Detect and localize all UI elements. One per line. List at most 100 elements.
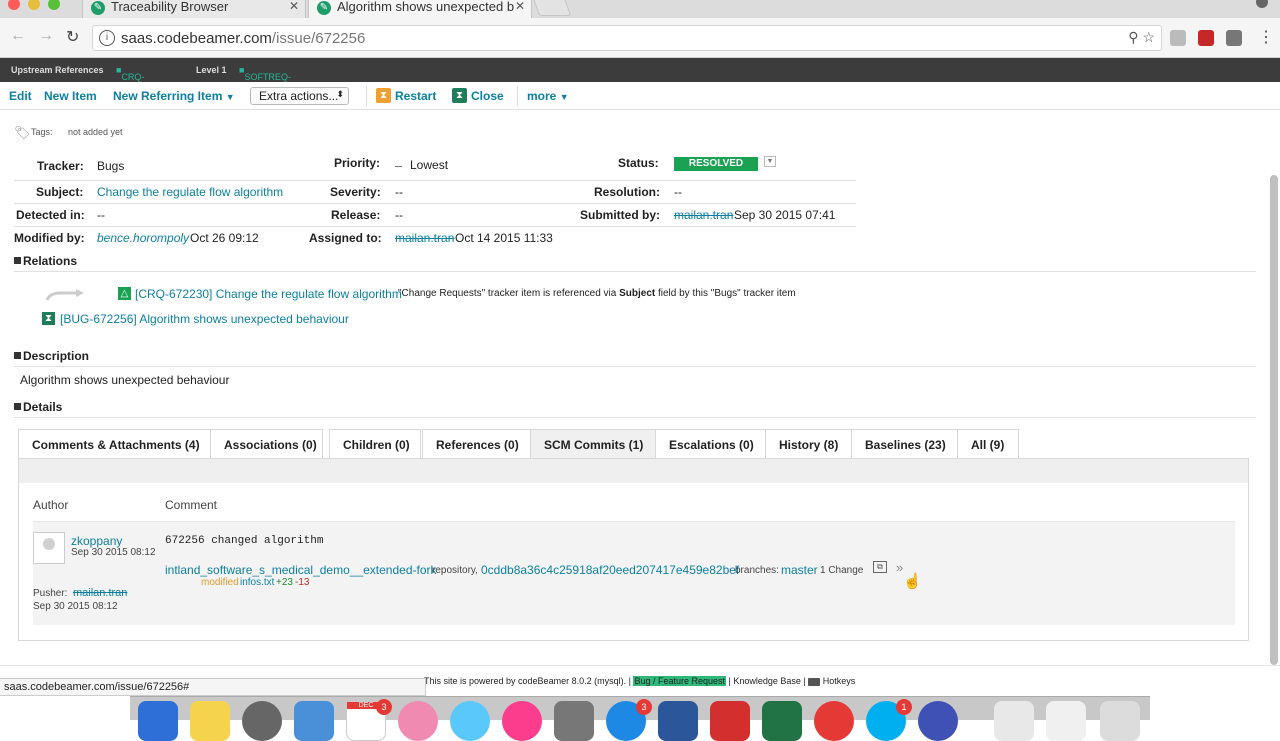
- tab-escalations[interactable]: Escalations (0): [655, 429, 766, 459]
- notes-icon[interactable]: [190, 701, 230, 741]
- assigned-date: Oct 14 2015 11:33: [455, 231, 553, 245]
- mail-icon[interactable]: [294, 701, 334, 741]
- excel-icon[interactable]: [762, 701, 802, 741]
- tab-children[interactable]: Children (0): [329, 429, 421, 459]
- details-section-toggle[interactable]: Details: [14, 400, 62, 414]
- browser-tab-traceability[interactable]: ✎ Traceability Browser ✕: [82, 0, 306, 18]
- extra-actions-select[interactable]: Extra actions... ⬍: [250, 87, 349, 105]
- omnibox-actions: ⚲ ☆: [1128, 29, 1155, 46]
- trash-icon[interactable]: [1100, 701, 1140, 741]
- more-button[interactable]: more ▼: [527, 89, 569, 103]
- modified-user-link[interactable]: bence.horompoly: [97, 231, 189, 245]
- table-row: zkoppany Sep 30 2015 08:12 672256 change…: [33, 521, 1235, 625]
- close-item-icon: ⧗: [452, 88, 467, 103]
- document-stack-icon[interactable]: [994, 701, 1034, 741]
- crq-breadcrumb-link[interactable]: ■ CRQ-672230: [116, 65, 151, 92]
- tab-comments-attachments[interactable]: Comments & Attachments (4): [18, 429, 211, 459]
- description-section-toggle[interactable]: Description: [14, 349, 89, 363]
- field-divider: [14, 226, 856, 227]
- commit-message: 672256 changed algorithm: [165, 535, 324, 547]
- hotkeys-link[interactable]: Hotkeys: [823, 676, 856, 686]
- resolution-value: --: [674, 185, 682, 199]
- tag-icon: 🏷: [14, 125, 31, 140]
- itunes-icon[interactable]: [502, 701, 542, 741]
- commit-author-link[interactable]: zkoppany: [71, 534, 122, 548]
- photos-icon[interactable]: [398, 701, 438, 741]
- submitted-user-link[interactable]: mailan.tran: [674, 208, 733, 222]
- branch-link[interactable]: master: [781, 563, 818, 577]
- new-referring-item-button[interactable]: New Referring Item ▼: [113, 89, 235, 103]
- author-column-header: Author: [33, 498, 69, 512]
- network-icon[interactable]: [918, 701, 958, 741]
- tab-associations[interactable]: Associations (0): [210, 429, 323, 459]
- softreq-breadcrumb-link[interactable]: ■ SOFTREQ-670367: [239, 65, 291, 92]
- finder-icon[interactable]: [138, 701, 178, 741]
- extension-g-icon[interactable]: [1170, 30, 1186, 46]
- release-value: --: [395, 208, 403, 222]
- assigned-label: Assigned to:: [309, 231, 382, 245]
- close-window-icon[interactable]: [8, 0, 20, 10]
- tab-all[interactable]: All (9): [957, 429, 1019, 459]
- page-scrollbar[interactable]: [1270, 175, 1278, 665]
- back-icon[interactable]: ←: [10, 27, 26, 45]
- bug-feature-request-link[interactable]: Bug / Feature Request: [633, 676, 726, 686]
- tab-references[interactable]: References (0): [422, 429, 531, 459]
- close-button[interactable]: Close: [471, 89, 504, 103]
- tags-label: Tags:: [31, 127, 53, 137]
- chrome-icon[interactable]: [814, 701, 854, 741]
- messages-icon[interactable]: [450, 701, 490, 741]
- tab-title: Traceability Browser: [111, 0, 229, 14]
- assigned-user-link[interactable]: mailan.tran: [395, 231, 454, 245]
- url-path: /issue/672256: [271, 30, 366, 47]
- commit-hash-link[interactable]: 0cddb8a36c4c25918af20eed207417e459e82bef: [481, 563, 739, 577]
- word-icon[interactable]: [658, 701, 698, 741]
- tab-history[interactable]: History (8): [765, 429, 852, 459]
- subject-link[interactable]: Change the regulate flow algorithm: [97, 185, 283, 199]
- browser-menu-icon[interactable]: ⋮: [1258, 27, 1274, 47]
- pusher-user-link[interactable]: mailan.tran: [73, 587, 127, 599]
- new-item-button[interactable]: New Item: [44, 89, 97, 103]
- downloads-stack-icon[interactable]: [1046, 701, 1086, 741]
- repository-link[interactable]: intland_software_s_medical_demo__extende…: [165, 563, 437, 577]
- section-divider: [14, 271, 1256, 272]
- url-text: saas.codebeamer.com/issue/672256: [121, 30, 365, 47]
- knowledge-base-link[interactable]: | Knowledge Base |: [729, 676, 806, 686]
- info-icon[interactable]: i: [99, 30, 115, 46]
- acrobat-icon[interactable]: [710, 701, 750, 741]
- tracker-value: Bugs: [97, 159, 125, 173]
- upstream-label: Upstream References: [11, 65, 104, 75]
- branches-label: branches:: [735, 565, 779, 576]
- note-field: Subject: [619, 288, 656, 299]
- reload-icon[interactable]: ↻: [66, 27, 79, 47]
- open-changes-icon[interactable]: ⧉: [873, 561, 887, 573]
- changed-file-link[interactable]: infos.txt: [240, 577, 274, 588]
- safari-icon[interactable]: [242, 701, 282, 741]
- priority-lowest-icon: [395, 166, 402, 167]
- maximize-window-icon[interactable]: [48, 0, 60, 10]
- system-preferences-icon[interactable]: [554, 701, 594, 741]
- extension-red-icon[interactable]: [1198, 30, 1214, 46]
- minimize-window-icon[interactable]: [28, 0, 40, 10]
- browser-tab-algorithm[interactable]: ✎ Algorithm shows unexpected b ✕: [308, 0, 532, 18]
- subject-label: Subject:: [36, 185, 84, 199]
- close-tab-icon[interactable]: ✕: [515, 0, 525, 13]
- forward-icon[interactable]: →: [38, 27, 54, 45]
- tab-scm-commits[interactable]: SCM Commits (1): [530, 429, 656, 459]
- relations-section-toggle[interactable]: Relations: [14, 254, 77, 268]
- profile-icon[interactable]: [1256, 0, 1268, 8]
- tab-baselines[interactable]: Baselines (23): [851, 429, 958, 459]
- new-tab-button[interactable]: [532, 0, 572, 16]
- upstream-relation-link[interactable]: [CRQ-672230] Change the regulate flow al…: [135, 287, 402, 301]
- bookmark-star-icon[interactable]: ☆: [1142, 29, 1155, 45]
- extension-grey-icon[interactable]: [1226, 30, 1242, 46]
- tags-value[interactable]: not added yet: [68, 127, 123, 137]
- restart-button[interactable]: Restart: [395, 89, 436, 103]
- current-item-link[interactable]: [BUG-672256] Algorithm shows unexpected …: [60, 312, 349, 326]
- close-tab-icon[interactable]: ✕: [289, 0, 299, 13]
- zoom-icon[interactable]: ⚲: [1128, 29, 1138, 45]
- url-input[interactable]: i saas.codebeamer.com/issue/672256 ⚲ ☆: [92, 25, 1162, 51]
- codebeamer-favicon-icon: ✎: [317, 1, 331, 15]
- edit-button[interactable]: Edit: [9, 89, 32, 103]
- field-divider: [14, 203, 856, 204]
- status-dropdown-icon[interactable]: ▼: [764, 156, 776, 167]
